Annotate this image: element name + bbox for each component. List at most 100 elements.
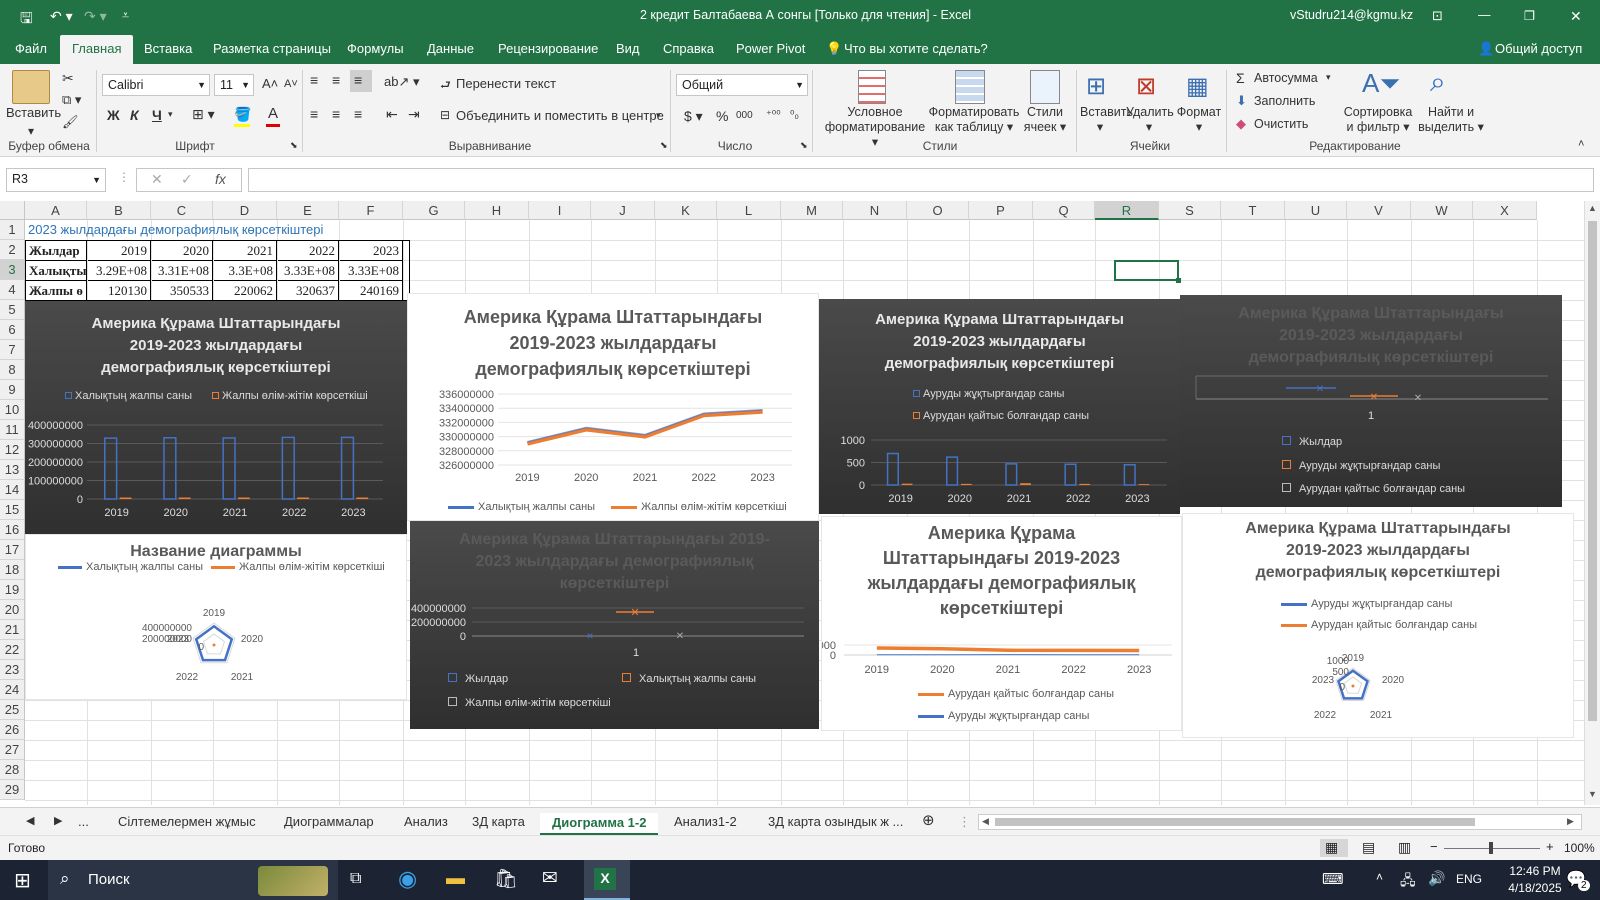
fill-color-icon[interactable]: 🪣 xyxy=(234,106,251,123)
row-header[interactable]: 23 xyxy=(0,660,25,680)
row-header[interactable]: 17 xyxy=(0,540,25,560)
page-layout-view-icon[interactable]: ▤ xyxy=(1362,839,1375,856)
mail-icon[interactable]: ✉ xyxy=(542,867,558,890)
scroll-left-icon[interactable]: ◀ xyxy=(982,816,989,827)
chart-bar-population[interactable]: Америка Құрама Штаттарындағы 2019-2023 жы… xyxy=(25,301,407,534)
row-header[interactable]: 16 xyxy=(0,520,25,540)
vertical-scrollbar[interactable]: ▲ ▼ xyxy=(1584,201,1600,805)
format-as-table-button[interactable]: Форматировать как таблицу ▾ xyxy=(926,105,1022,135)
insert-function-icon[interactable]: fx xyxy=(215,171,226,187)
tab-power-pivot[interactable]: Power Pivot xyxy=(736,41,805,56)
cancel-entry-icon[interactable]: ✕ xyxy=(151,171,163,188)
table-cell[interactable]: 3.29E+08 xyxy=(88,261,151,281)
clock-time[interactable]: 12:46 PM xyxy=(1500,864,1570,878)
row-header[interactable]: 3 xyxy=(0,260,25,280)
row-header[interactable]: 9 xyxy=(0,380,25,400)
row-header[interactable]: 12 xyxy=(0,440,25,460)
network-icon[interactable]: 🖧 xyxy=(1400,870,1416,894)
number-format-select[interactable]: Общий ▼ xyxy=(676,74,808,96)
font-name-select[interactable]: Calibri ▼ xyxy=(102,74,210,96)
align-top-icon[interactable]: ≡ xyxy=(310,72,318,88)
row-header[interactable]: 7 xyxy=(0,340,25,360)
decrease-decimal-icon[interactable]: ⁰₀ xyxy=(790,108,799,121)
tab-insert[interactable]: Вставка xyxy=(144,41,192,56)
paste-button[interactable]: Вставить xyxy=(6,105,61,120)
horizontal-scroll-thumb[interactable] xyxy=(995,818,1475,826)
column-header[interactable]: M xyxy=(781,201,843,220)
zoom-level[interactable]: 100% xyxy=(1564,841,1595,855)
table-cell[interactable]: 220062 xyxy=(214,281,277,301)
tray-expand-icon[interactable]: ˄ xyxy=(1376,870,1383,884)
collapse-ribbon-icon[interactable]: ˄ xyxy=(1578,138,1584,150)
close-icon[interactable]: ✕ xyxy=(1570,8,1582,25)
column-header[interactable]: P xyxy=(969,201,1033,220)
tab-home[interactable]: Главная xyxy=(60,35,134,64)
copy-icon[interactable]: ⧉ ▾ xyxy=(62,92,81,108)
worksheet-grid[interactable]: ABCDEFGHIJKLMNOPQRSTUVWX 1 2 3 4 5 6 7 8 9 10 11 12… xyxy=(0,201,1584,805)
fill-handle[interactable] xyxy=(1176,278,1181,283)
column-header[interactable]: N xyxy=(843,201,907,220)
table-cell[interactable]: 3.33E+08 xyxy=(278,261,339,281)
next-sheet-icon[interactable]: ▶ xyxy=(54,814,62,827)
sheet-tab-4[interactable]: 3Д карта xyxy=(472,814,525,829)
chart-years-dark[interactable]: Америка Құрама Штаттарындағы 2019-2023 жы… xyxy=(1180,295,1562,507)
chart-bar-disease[interactable]: Америка Құрама Штаттарындағы 2019-2023 жы… xyxy=(819,299,1180,514)
align-right-icon[interactable]: ≡ xyxy=(354,106,362,122)
clock-date[interactable]: 4/18/2025 xyxy=(1500,881,1570,895)
sheet-tab-2[interactable]: Диограммалар xyxy=(284,814,374,829)
scroll-right-icon[interactable]: ▶ xyxy=(1567,816,1574,827)
row-header[interactable]: 15 xyxy=(0,500,25,520)
format-cells-button[interactable]: Формат ▾ xyxy=(1176,105,1222,134)
row-header[interactable]: 8 xyxy=(0,360,25,380)
bold-button[interactable]: Ж xyxy=(107,107,120,123)
align-bottom-icon[interactable]: ≡ xyxy=(354,72,362,88)
table-cell[interactable]: Жылдар xyxy=(26,241,87,261)
share-icon[interactable]: 👤 xyxy=(1478,41,1494,57)
table-cell[interactable]: 350533 xyxy=(152,281,213,301)
table-cell[interactable]: 2019 xyxy=(88,241,151,261)
formula-input[interactable] xyxy=(248,168,1594,192)
row-header[interactable]: 10 xyxy=(0,400,25,420)
zoom-in-icon[interactable]: + xyxy=(1546,839,1554,854)
tab-data[interactable]: Данные xyxy=(427,41,474,56)
table-cell[interactable]: 120130 xyxy=(88,281,151,301)
table-cell[interactable]: 3.31E+08 xyxy=(152,261,213,281)
confirm-entry-icon[interactable]: ✓ xyxy=(181,171,193,188)
sheet-tab-6[interactable]: Анализ1-2 xyxy=(674,814,737,829)
normal-view-icon[interactable]: ▦ xyxy=(1325,839,1338,856)
table-cell[interactable]: 320637 xyxy=(278,281,339,301)
tab-formulas[interactable]: Формулы xyxy=(347,41,404,56)
sheet-tab-more[interactable]: ... xyxy=(78,814,89,829)
wrap-text-button[interactable]: Перенести текст xyxy=(456,76,556,91)
tab-help[interactable]: Справка xyxy=(663,41,714,56)
align-left-icon[interactable]: ≡ xyxy=(310,106,318,122)
row-header[interactable]: 13 xyxy=(0,460,25,480)
maximize-icon[interactable]: ❐ xyxy=(1524,8,1535,23)
share-button[interactable]: Общий доступ xyxy=(1495,41,1582,56)
orientation-icon[interactable]: ab↗ ▾ xyxy=(384,74,420,90)
add-sheet-icon[interactable]: ⊕ xyxy=(922,811,935,829)
ribbon-display-icon[interactable]: ⊡ xyxy=(1432,8,1443,24)
column-header[interactable]: I xyxy=(529,201,591,220)
decrease-font-icon[interactable]: A˅ xyxy=(284,78,298,90)
insert-cells-button[interactable]: Вставить ▾ xyxy=(1080,105,1133,134)
minimize-icon[interactable]: — xyxy=(1478,8,1491,22)
fill-button[interactable]: Заполнить xyxy=(1254,94,1315,108)
table-cell[interactable]: Жалпы ө xyxy=(26,281,87,301)
table-cell[interactable]: 2023 xyxy=(340,241,403,261)
save-icon[interactable]: 🖫 xyxy=(20,8,33,33)
percent-icon[interactable]: % xyxy=(716,108,728,124)
row-header[interactable]: 19 xyxy=(0,580,25,600)
chart-radar-population[interactable]: Название диаграммы Халықтың жалпы саны Ж… xyxy=(25,534,407,700)
sheet-tab-3[interactable]: Анализ xyxy=(404,814,448,829)
row-header[interactable]: 18 xyxy=(0,560,25,580)
store-icon[interactable]: 🛍 xyxy=(494,867,518,891)
find-select-button[interactable]: Найти и выделить ▾ xyxy=(1416,105,1486,135)
column-header[interactable]: T xyxy=(1221,201,1285,220)
quick-access-menu-icon[interactable]: ⩡ xyxy=(122,8,129,23)
tab-view[interactable]: Вид xyxy=(616,41,640,56)
row-header[interactable]: 21 xyxy=(0,620,25,640)
merge-icon[interactable]: ⊟ xyxy=(440,108,450,122)
row-header[interactable]: 14 xyxy=(0,480,25,500)
page-break-view-icon[interactable]: ▥ xyxy=(1398,839,1411,856)
